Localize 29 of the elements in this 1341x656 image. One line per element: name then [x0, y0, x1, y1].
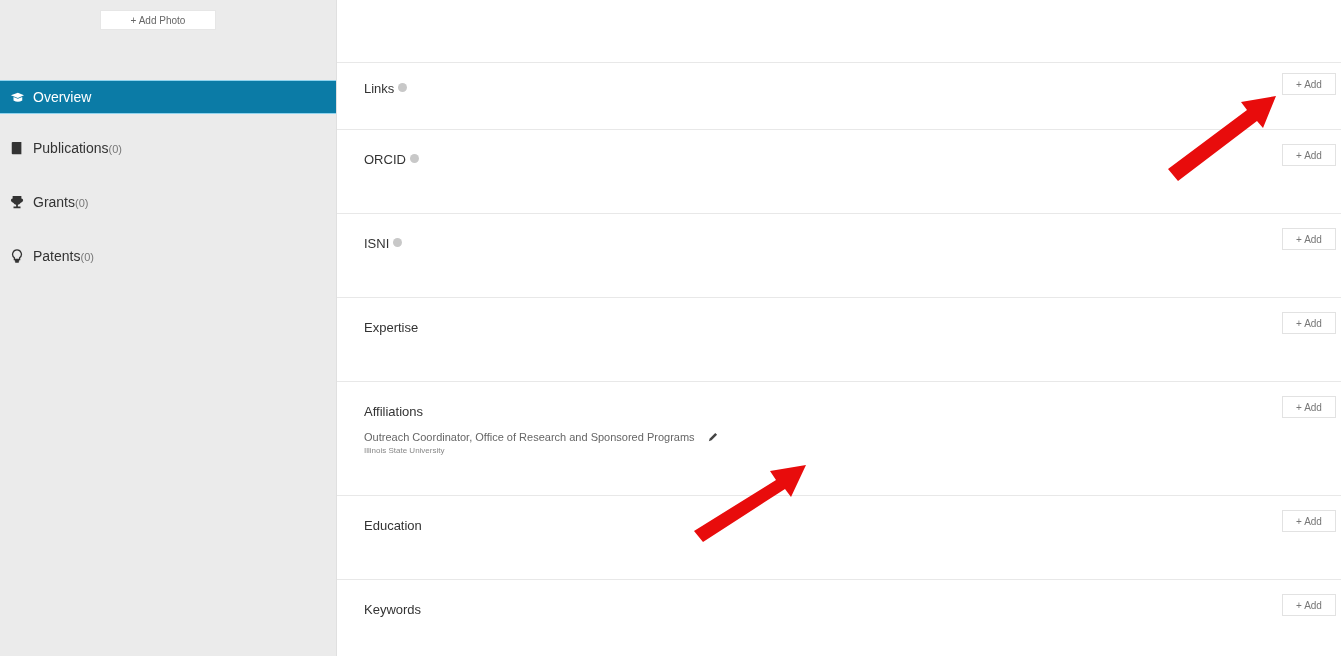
add-button[interactable]: + Add — [1282, 312, 1336, 334]
add-photo-button[interactable]: + Add Photo — [100, 10, 216, 30]
sidebar-item[interactable]: Publications(0) — [0, 132, 336, 164]
section-title: ORCID — [364, 152, 406, 167]
affiliation-organization: Illinois State University — [364, 446, 446, 455]
help-icon[interactable] — [409, 154, 419, 163]
help-icon[interactable] — [393, 238, 403, 247]
help-icon[interactable] — [398, 83, 408, 92]
trophy-icon — [10, 195, 24, 209]
add-button[interactable]: + Add — [1282, 594, 1336, 616]
add-button[interactable]: + Add — [1282, 144, 1336, 166]
lightbulb-icon — [10, 249, 24, 263]
edit-icon[interactable] — [706, 431, 718, 443]
section-title: ISNI — [364, 236, 390, 251]
book-icon — [10, 141, 24, 155]
section-title: Links — [364, 81, 395, 96]
add-button[interactable]: + Add — [1282, 228, 1336, 250]
section-title: Affiliations — [364, 404, 423, 419]
section-title: Expertise — [364, 320, 419, 335]
sidebar-item[interactable]: Overview — [0, 80, 336, 114]
section-title: Education — [364, 518, 422, 533]
graduation-cap-icon — [10, 90, 24, 104]
sidebar-item[interactable]: Grants(0) — [0, 186, 336, 218]
affiliation-position: Outreach Coordinator, Office of Research and Sponsored Programs — [364, 431, 695, 443]
add-button[interactable]: + Add — [1282, 396, 1336, 418]
sidebar-item[interactable]: Patents(0) — [0, 240, 336, 272]
add-button[interactable]: + Add — [1282, 510, 1336, 532]
add-button[interactable]: + Add — [1282, 73, 1336, 95]
section-title: Keywords — [364, 602, 422, 617]
